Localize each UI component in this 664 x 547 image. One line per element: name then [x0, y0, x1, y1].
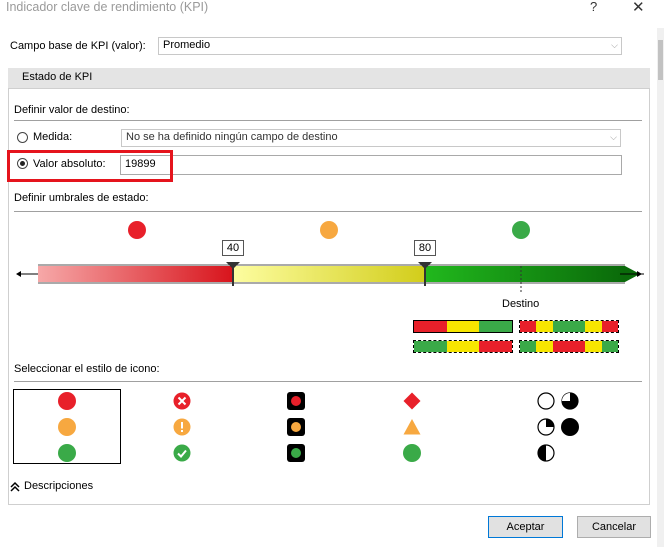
window-title: Indicador clave de rendimiento (KPI) [6, 0, 209, 14]
cancel-button[interactable]: Cancelar [577, 516, 651, 538]
target-heading: Definir valor de destino: [14, 104, 130, 116]
color-scheme-option[interactable] [519, 340, 619, 353]
scrollbar-thumb[interactable] [658, 40, 663, 80]
traffic-light-green-icon [287, 444, 305, 462]
red-circle-icon [58, 392, 76, 410]
icon-style-heading: Seleccionar el estilo de icono: [14, 363, 160, 375]
status-green-dot [512, 221, 530, 239]
color-scheme-option[interactable] [413, 340, 513, 353]
kpi-base-dropdown[interactable]: Promedio ⌵ [158, 37, 622, 55]
red-diamond-icon [403, 392, 421, 410]
color-scheme-option[interactable] [519, 320, 619, 333]
empty-circle-icon [537, 392, 555, 410]
chevron-down-icon: ⌵ [611, 40, 618, 50]
measure-radio[interactable] [17, 132, 28, 143]
exclamation-circle-icon [173, 418, 191, 436]
divider [14, 211, 642, 212]
measure-value: No se ha definido ningún campo de destin… [126, 131, 338, 143]
threshold-low-value[interactable]: 40 [222, 240, 244, 256]
kpi-status-title: Estado de KPI [22, 71, 93, 83]
threshold-high-value[interactable]: 80 [414, 240, 436, 256]
help-icon[interactable]: ? [590, 0, 597, 14]
status-yellow-dot [320, 221, 338, 239]
kpi-status-header: Estado de KPI [8, 68, 650, 89]
three-quarter-circle-icon [537, 418, 555, 436]
chevron-up-double-icon[interactable] [10, 481, 20, 493]
yellow-circle-icon [58, 418, 76, 436]
color-scheme-option[interactable] [413, 320, 513, 333]
measure-dropdown[interactable]: No se ha definido ningún campo de destin… [121, 129, 621, 147]
divider [14, 381, 642, 382]
ok-button[interactable]: Aceptar [488, 516, 563, 538]
traffic-light-red-icon [287, 392, 305, 410]
target-marker-label: Destino [502, 298, 540, 310]
threshold-gradient-bar[interactable] [14, 256, 644, 292]
kpi-base-value: Promedio [163, 39, 211, 51]
x-circle-icon[interactable] [173, 392, 191, 410]
yellow-triangle-icon [403, 419, 421, 435]
measure-label: Medida: [33, 131, 73, 143]
absolute-value-input[interactable]: 19899 [120, 155, 622, 175]
traffic-light-yellow-icon [287, 418, 305, 436]
chevron-down-icon: ⌵ [610, 132, 617, 142]
green-circle-icon [58, 444, 76, 462]
green-circle-icon [403, 444, 421, 462]
divider [14, 120, 642, 121]
full-circle-icon [561, 418, 579, 436]
scrollbar[interactable] [657, 28, 664, 547]
check-circle-icon [173, 444, 191, 462]
thresholds-heading: Definir umbrales de estado: [14, 192, 149, 204]
quarter-circle-icon [561, 392, 579, 410]
half-circle-icon [537, 444, 555, 462]
close-icon[interactable]: ✕ [632, 0, 645, 16]
kpi-base-label: Campo base de KPI (valor): [10, 40, 146, 52]
status-red-dot [128, 221, 146, 239]
descriptions-toggle[interactable]: Descripciones [24, 480, 93, 492]
highlight-box [7, 150, 173, 182]
